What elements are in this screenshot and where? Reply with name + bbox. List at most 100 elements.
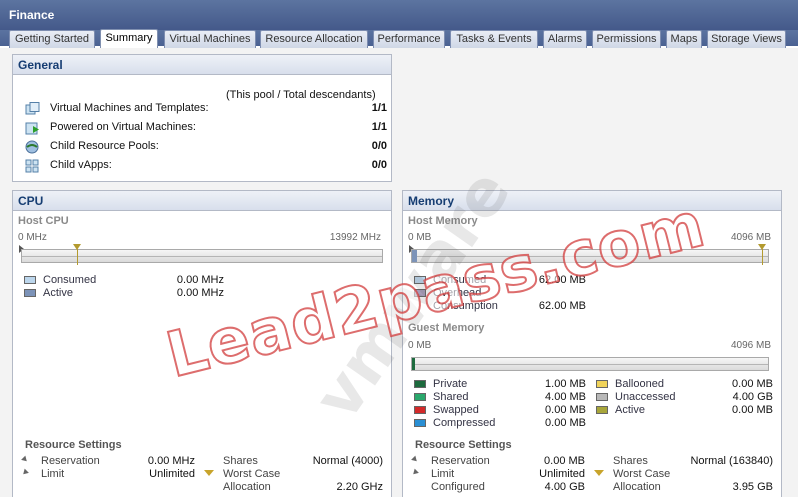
- mem-legend-active: Active 0.00 MB: [596, 404, 773, 417]
- general-row-powered-on: Powered on Virtual Machines: 1/1: [25, 120, 387, 137]
- reservation-marker-icon: [411, 455, 419, 464]
- legend-swatch: [596, 406, 608, 414]
- mem-limit-line: [762, 249, 763, 265]
- legend-label: Compressed: [433, 417, 496, 429]
- setting-label: Shares: [613, 455, 648, 467]
- legend-value: 0.00 MB: [545, 417, 586, 429]
- general-row-label: Child vApps:: [50, 159, 112, 171]
- setting-label: Limit: [431, 468, 455, 480]
- legend-label: Unaccessed: [615, 391, 676, 403]
- legend-label: Ballooned: [615, 378, 664, 390]
- host-mem-axis-max: 4096 MB: [730, 232, 771, 243]
- vapp-icon: [25, 159, 40, 173]
- cpu-limit-row: Limit Unlimited: [41, 468, 195, 481]
- window-title: Finance: [0, 0, 798, 30]
- legend-value: 0.00 MHz: [176, 274, 224, 286]
- guest-memory-label: Guest Memory: [408, 322, 485, 334]
- tab-alarms[interactable]: Alarms: [543, 30, 587, 48]
- cpu-shares-row: Shares Normal (4000): [223, 455, 383, 468]
- vm-templates-icon: [25, 102, 40, 116]
- cpu-allocation-row: Allocation 2.20 GHz: [223, 481, 383, 494]
- legend-label: Swapped: [433, 404, 479, 416]
- legend-label: Active: [43, 287, 73, 299]
- legend-value: 4.00 MB: [545, 391, 586, 403]
- setting-label: Worst Case: [613, 468, 671, 480]
- legend-swatch: [414, 380, 426, 388]
- general-panel: General (This pool / Total descendants) …: [12, 54, 392, 182]
- general-note: (This pool / Total descendants): [226, 89, 376, 101]
- setting-value: 3.95 GB: [732, 481, 773, 493]
- legend-label: Overhead: [433, 287, 482, 299]
- mem-reservation-row: Reservation 0.00 MB: [431, 455, 585, 468]
- resource-pool-icon: [25, 140, 40, 154]
- memory-panel-title: Memory: [403, 191, 781, 211]
- setting-label: Worst Case: [223, 468, 281, 480]
- powered-on-vm-icon: [25, 121, 40, 135]
- host-memory-consumed-fill: [412, 250, 417, 262]
- cpu-legend-consumed: Consumed 0.00 MHz: [24, 274, 224, 287]
- mem-legend-compressed: Compressed 0.00 MB: [414, 417, 586, 430]
- limit-indicator-icon: [594, 470, 604, 476]
- general-row-child-pools: Child Resource Pools: 0/0: [25, 139, 387, 156]
- cpu-limit-line: [77, 249, 78, 265]
- legend-swatch: [414, 393, 426, 401]
- mem-legend-ballooned: Ballooned 0.00 MB: [596, 378, 773, 391]
- tab-maps[interactable]: Maps: [666, 30, 702, 48]
- setting-value: 2.20 GHz: [336, 481, 383, 493]
- guest-mem-axis-max: 4096 MB: [730, 340, 771, 351]
- tab-getting-started[interactable]: Getting Started: [9, 30, 95, 48]
- mem-legend-private: Private 1.00 MB: [414, 378, 586, 391]
- setting-label: Allocation: [613, 481, 661, 493]
- reservation-marker-icon: [21, 455, 29, 464]
- legend-label: Shared: [433, 391, 469, 403]
- legend-label-line2: Consumption: [433, 300, 498, 312]
- general-row-label: Powered on Virtual Machines:: [50, 121, 196, 133]
- mem-limit-row: Limit Unlimited: [431, 468, 585, 481]
- guest-memory-bar: [411, 357, 769, 371]
- mem-legend-overhead: Overhead Consumption 62.00 MB: [414, 287, 586, 313]
- tab-permissions[interactable]: Permissions: [592, 30, 661, 48]
- legend-value: 62.00 MB: [538, 274, 586, 286]
- legend-value: 4.00 GB: [732, 391, 773, 403]
- setting-value: Unlimited: [539, 468, 585, 480]
- legend-swatch: [24, 276, 36, 284]
- legend-value: 0.00 MHz: [176, 287, 224, 299]
- cpu-reservation-row: Reservation 0.00 MHz: [41, 455, 195, 468]
- mem-legend-shared: Shared 4.00 MB: [414, 391, 586, 404]
- general-row-vms-templates: Virtual Machines and Templates: 1/1: [25, 101, 387, 118]
- tab-storage-views[interactable]: Storage Views: [707, 30, 786, 48]
- tab-virtual-machines[interactable]: Virtual Machines: [164, 30, 256, 48]
- setting-value: 0.00 MHz: [147, 455, 195, 467]
- tab-performance[interactable]: Performance: [373, 30, 445, 48]
- cpu-axis-min: 0 MHz: [18, 232, 47, 243]
- general-row-label: Virtual Machines and Templates:: [50, 102, 209, 114]
- legend-swatch: [596, 393, 608, 401]
- cpu-axis-max: 13992 MHz: [329, 232, 381, 243]
- mem-shares-row: Shares Normal (163840): [613, 455, 773, 468]
- setting-value: Normal (4000): [312, 455, 383, 467]
- legend-swatch: [414, 419, 426, 427]
- tab-bar: Getting Started Summary Virtual Machines…: [0, 29, 798, 48]
- cpu-worst-case-row: Worst Case: [223, 468, 383, 481]
- legend-swatch: [414, 276, 426, 284]
- legend-swatch: [414, 289, 426, 297]
- tab-tasks-events[interactable]: Tasks & Events: [450, 30, 538, 48]
- legend-value: 0.00 MB: [732, 378, 773, 390]
- setting-label: Reservation: [431, 455, 490, 467]
- legend-value: 0.00 MB: [732, 404, 773, 416]
- mem-legend-swapped: Swapped 0.00 MB: [414, 404, 586, 417]
- setting-label: Reservation: [41, 455, 100, 467]
- cpu-panel: CPU Host CPU 0 MHz 13992 MHz Consumed 0.…: [12, 190, 392, 497]
- mem-configured-row: Configured 4.00 GB: [431, 481, 585, 494]
- general-row-value: 1/1: [371, 102, 387, 114]
- host-mem-axis-min: 0 MB: [408, 232, 432, 243]
- memory-panel: Memory Host Memory 0 MB 4096 MB Consumed…: [402, 190, 782, 497]
- cpu-resource-settings-title: Resource Settings: [25, 439, 122, 451]
- tab-summary[interactable]: Summary: [100, 29, 158, 48]
- host-memory-bar: [411, 249, 769, 263]
- legend-value: 62.00 MB: [538, 300, 586, 312]
- tab-resource-allocation[interactable]: Resource Allocation: [260, 30, 368, 48]
- general-row-label: Child Resource Pools:: [50, 140, 159, 152]
- legend-value: 0.00 MB: [545, 404, 586, 416]
- setting-label: Limit: [41, 468, 65, 480]
